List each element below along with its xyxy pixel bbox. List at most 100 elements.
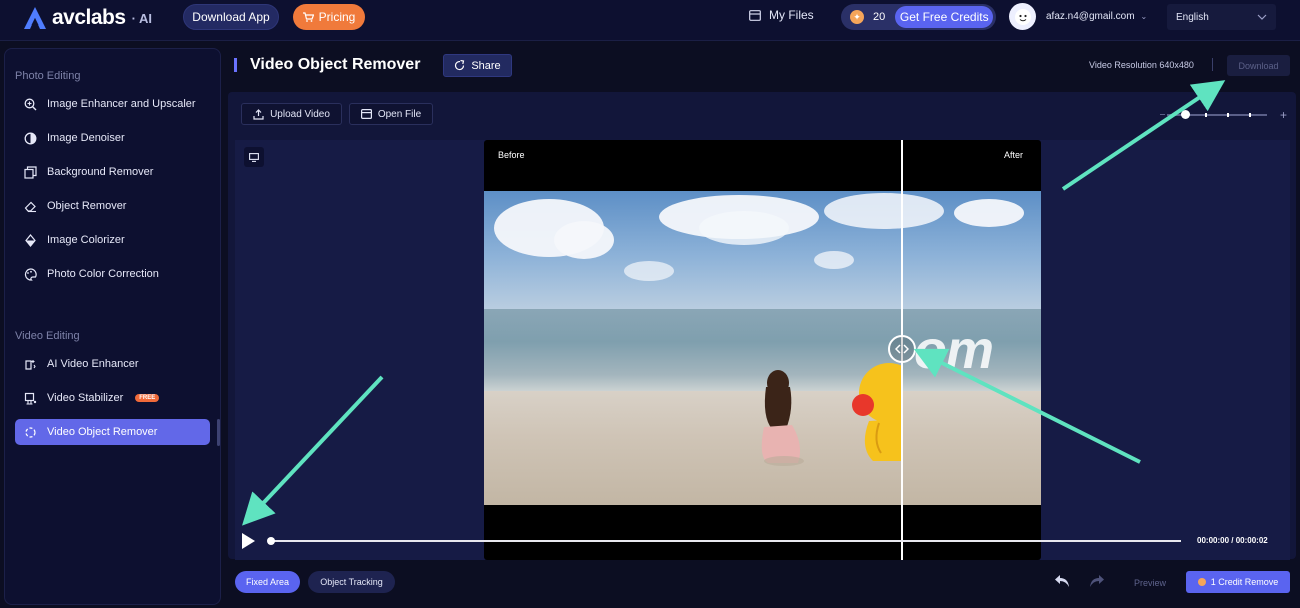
share-icon [455, 60, 465, 71]
progress-handle[interactable] [267, 537, 275, 545]
account-menu[interactable]: afaz.n4@gmail.com ⌄ [1046, 11, 1147, 22]
sidebar-item-background-remover[interactable]: Background Remover [15, 159, 210, 185]
title-accent [234, 58, 237, 72]
colorize-icon [23, 233, 37, 247]
credit-remove-button[interactable]: 1 Credit Remove [1186, 571, 1290, 593]
denoise-icon [23, 131, 37, 145]
sidebar-item-label: Image Colorizer [47, 234, 125, 246]
zoom-out-icon[interactable] [1160, 114, 1165, 115]
spinner-icon [23, 425, 37, 439]
top-bar: avclabs · AI Download App Pricing My Fil… [0, 0, 1300, 41]
credits-pill: ✦ 20 Get Free Credits [841, 4, 996, 30]
preview-button[interactable]: Preview [1123, 572, 1177, 593]
sidebar-item-video-stabilizer[interactable]: Video Stabilizer FREE [15, 385, 210, 411]
cloud [554, 221, 614, 259]
object-tracking-button[interactable]: Object Tracking [308, 571, 395, 593]
fixed-area-button[interactable]: Fixed Area [235, 571, 300, 593]
play-button[interactable] [242, 533, 255, 549]
stabilizer-icon [23, 391, 37, 405]
open-file-button[interactable]: Open File [349, 103, 433, 125]
avatar[interactable] [1009, 3, 1036, 30]
download-button[interactable]: Download [1227, 55, 1290, 76]
video-editing-title: Video Editing [15, 330, 80, 342]
get-free-credits-button[interactable]: Get Free Credits [895, 6, 994, 28]
credit-count: 20 [873, 11, 886, 23]
video-enhance-icon [23, 357, 37, 371]
cloud [699, 211, 789, 245]
sitting-woman [761, 370, 804, 466]
divider [1212, 58, 1213, 71]
cloud [954, 199, 1024, 227]
video-resolution: Video Resolution 640x480 [1089, 60, 1194, 70]
sidebar-item-label: Image Enhancer and Upscaler [47, 98, 196, 110]
zoom-icon [23, 97, 37, 111]
cart-icon [302, 12, 314, 22]
upload-icon [253, 108, 264, 120]
sidebar-item-label: Image Denoiser [47, 132, 125, 144]
sidebar-item-image-colorizer[interactable]: Image Colorizer [15, 227, 210, 253]
avclabs-logo-icon [24, 7, 46, 29]
monitor-toggle-button[interactable] [244, 147, 264, 167]
chevron-down-icon [1257, 14, 1267, 20]
sidebar-item-label: Video Object Remover [47, 426, 158, 438]
layers-icon [23, 165, 37, 179]
playback-time: 00:00:00 / 00:00:02 [1197, 536, 1268, 545]
folder-icon [360, 109, 372, 119]
zoom-tick [1227, 113, 1229, 117]
sidebar-item-ai-video-enhancer[interactable]: AI Video Enhancer [15, 351, 210, 377]
beach-video-frame: om [484, 191, 1041, 505]
download-app-button[interactable]: Download App [183, 4, 279, 30]
account-email: afaz.n4@gmail.com [1046, 11, 1135, 22]
pricing-button[interactable]: Pricing [293, 4, 365, 30]
sidebar-item-label: Video Stabilizer [47, 392, 124, 404]
chevron-down-icon: ⌄ [1140, 12, 1148, 21]
sidebar-item-object-remover[interactable]: Object Remover [15, 193, 210, 219]
zoom-in-icon[interactable]: + [1280, 108, 1287, 122]
before-label: Before [498, 150, 525, 160]
coin-icon: ✦ [850, 10, 864, 24]
logo-text: avclabs [52, 6, 126, 29]
zoom-tick [1205, 113, 1207, 117]
zoom-tick [1249, 113, 1251, 117]
monitor-icon [249, 152, 259, 162]
upload-video-label: Upload Video [270, 108, 330, 120]
eraser-icon [23, 199, 37, 213]
open-file-label: Open File [377, 108, 422, 120]
comparison-preview[interactable]: Before After om [484, 140, 1041, 560]
sidebar-item-photo-color-correction[interactable]: Photo Color Correction [15, 261, 210, 287]
after-label: After [1003, 150, 1023, 160]
progress-bar[interactable] [271, 540, 1181, 542]
share-label: Share [471, 59, 501, 72]
logo[interactable]: avclabs · AI [22, 6, 152, 30]
sidebar: Photo Editing Image Enhancer and Upscale… [4, 48, 221, 605]
pricing-label: Pricing [318, 10, 356, 24]
divider-handle[interactable] [888, 335, 916, 363]
my-files-label: My Files [769, 8, 814, 22]
my-files-link[interactable]: My Files [749, 8, 814, 22]
avatar-face-icon [1014, 8, 1031, 25]
sidebar-item-label: Object Remover [47, 200, 127, 212]
redo-icon[interactable] [1089, 572, 1105, 593]
sidebar-scrollbar[interactable] [217, 419, 220, 446]
sidebar-item-image-denoiser[interactable]: Image Denoiser [15, 125, 210, 151]
emoji-sticker [852, 363, 903, 461]
cloud [624, 261, 674, 281]
cloud [814, 251, 854, 269]
share-button[interactable]: Share [443, 54, 512, 77]
page-title: Video Object Remover [250, 56, 421, 73]
language-select[interactable]: English [1167, 4, 1276, 30]
sidebar-item-image-enhancer[interactable]: Image Enhancer and Upscaler [15, 91, 210, 117]
folder-icon [749, 9, 761, 21]
credit-remove-label: 1 Credit Remove [1210, 577, 1279, 587]
sidebar-item-video-object-remover[interactable]: Video Object Remover [15, 419, 210, 445]
upload-video-button[interactable]: Upload Video [241, 103, 342, 125]
sidebar-item-label: AI Video Enhancer [47, 358, 139, 370]
free-badge: FREE [135, 394, 160, 402]
undo-icon[interactable] [1054, 572, 1070, 593]
logo-suffix: · AI [131, 10, 153, 26]
zoom-slider-handle[interactable] [1181, 110, 1190, 119]
photo-editing-title: Photo Editing [15, 70, 81, 82]
language-value: English [1176, 11, 1209, 23]
watermark-text: om [914, 320, 994, 380]
drag-arrows-icon [895, 344, 909, 354]
